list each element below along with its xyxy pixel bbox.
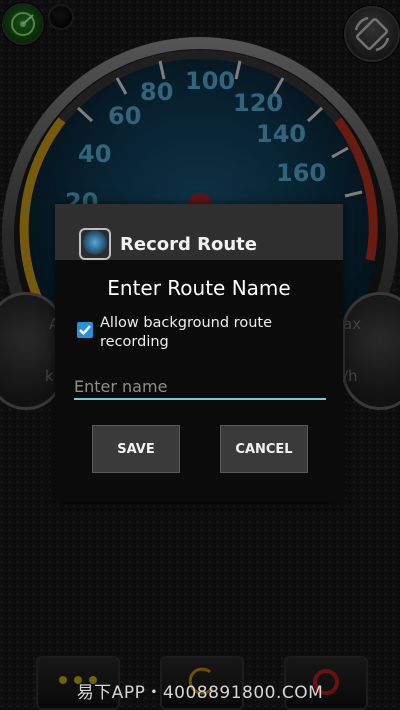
background-recording-checkbox[interactable] xyxy=(77,322,93,338)
speedometer-app-icon xyxy=(79,228,111,260)
record-route-dialog: Record Route Enter Route Name Allow back… xyxy=(55,204,343,502)
background-recording-label[interactable]: Allow background route recording xyxy=(100,314,320,352)
dialog-header: Record Route xyxy=(55,204,343,260)
dialog-title: Record Route xyxy=(120,234,257,255)
dialog-subtitle: Enter Route Name xyxy=(107,276,291,300)
watermark-text: 易下APP・4008891800.COM xyxy=(76,683,324,703)
checkmark-icon xyxy=(79,325,91,336)
cancel-button[interactable]: CANCEL xyxy=(220,425,308,473)
route-name-input[interactable] xyxy=(74,374,326,400)
save-button[interactable]: SAVE xyxy=(92,425,180,473)
